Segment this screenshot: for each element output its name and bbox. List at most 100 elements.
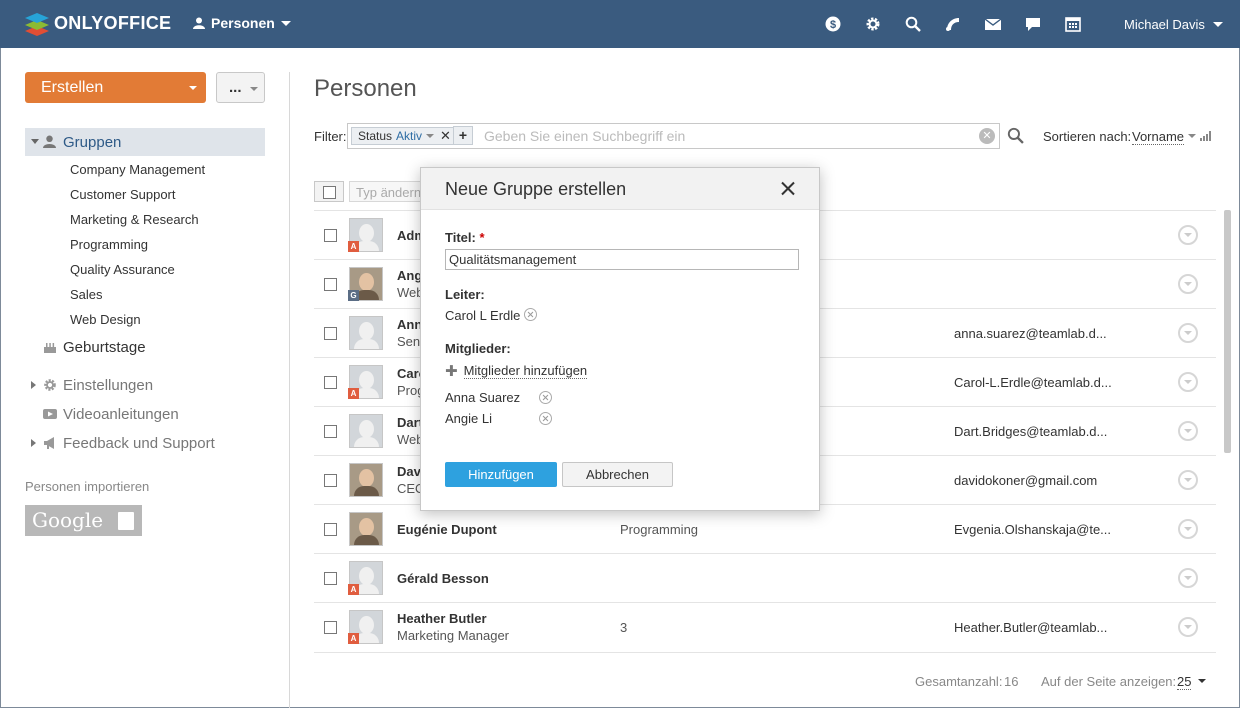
dollar-icon[interactable]: $ [824, 15, 842, 33]
row-actions-icon[interactable] [1178, 274, 1198, 294]
onlyoffice-logo-icon[interactable] [24, 11, 50, 37]
row-checkbox[interactable] [324, 278, 337, 291]
table-row[interactable]: A Gérald Besson [314, 553, 1216, 602]
person-email[interactable]: davidokoner@gmail.com [954, 473, 1097, 488]
sort-field-select[interactable]: Vorname [1132, 129, 1185, 145]
sidebar-group-item[interactable]: Customer Support [70, 187, 176, 202]
row-checkbox[interactable] [324, 621, 337, 634]
chip-value: Aktiv [396, 129, 423, 143]
more-actions-button[interactable]: ... [216, 72, 265, 103]
expand-arrow-icon[interactable] [31, 439, 36, 447]
group-title-input[interactable] [445, 249, 799, 270]
row-actions-icon[interactable] [1178, 470, 1198, 490]
person-email[interactable]: Evgenia.Olshanskaja@te... [954, 522, 1111, 537]
sidebar-item-birthdays[interactable]: Geburtstage [63, 339, 146, 356]
table-row[interactable]: A Heather Butler Marketing Manager 3 Hea… [314, 602, 1216, 651]
sidebar-group-item[interactable]: Company Management [70, 162, 205, 177]
row-checkbox[interactable] [324, 523, 337, 536]
chevron-down-icon[interactable] [1198, 679, 1206, 683]
add-group-button[interactable]: Hinzufügen [445, 462, 557, 487]
logo-text[interactable]: ONLYOFFICE [54, 13, 171, 34]
sidebar-group-item[interactable]: Marketing & Research [70, 212, 199, 227]
row-checkbox[interactable] [324, 327, 337, 340]
row-checkbox[interactable] [324, 229, 337, 242]
remove-member-icon[interactable] [539, 391, 552, 404]
chevron-down-icon[interactable] [1188, 134, 1196, 138]
row-actions-icon[interactable] [1178, 519, 1198, 539]
row-actions-icon[interactable] [1178, 568, 1198, 588]
row-actions-icon[interactable] [1178, 225, 1198, 245]
person-name[interactable]: Ang [397, 268, 422, 283]
add-members-link[interactable]: ✚ Mitglieder hinzufügen [445, 362, 588, 380]
sort-order-icon[interactable] [1200, 131, 1212, 141]
person-department: 3 [620, 620, 628, 635]
remove-leader-icon[interactable] [524, 308, 537, 321]
row-actions-icon[interactable] [1178, 421, 1198, 441]
feed-icon[interactable] [944, 15, 962, 33]
google-label: Google [32, 508, 104, 532]
person-email[interactable]: Heather.Butler@teamlab... [954, 620, 1107, 635]
person-name[interactable]: Gérald Besson [397, 571, 489, 586]
person-name[interactable]: Eugénie Dupont [397, 522, 497, 537]
mail-icon[interactable] [984, 15, 1002, 33]
remove-member-icon[interactable] [539, 412, 552, 425]
person-name[interactable]: Ann [397, 317, 422, 332]
sidebar-item-videos[interactable]: Videoanleitungen [63, 406, 179, 423]
calendar-icon[interactable] [1064, 15, 1082, 33]
select-all-checkbox[interactable] [314, 181, 344, 202]
leader-name[interactable]: Carol L Erdle [445, 308, 520, 323]
gear-icon[interactable] [864, 15, 882, 33]
search-icon[interactable] [904, 15, 922, 33]
google-import-button[interactable]: Google [25, 505, 142, 536]
person-email[interactable]: Dart.Bridges@teamlab.d... [954, 424, 1107, 439]
avatar[interactable] [349, 512, 383, 546]
cancel-button[interactable]: Abbrechen [562, 462, 673, 487]
person-title: Marketing Manager [397, 628, 509, 643]
create-button[interactable]: Erstellen [25, 72, 206, 103]
per-page-select[interactable]: 25 [1177, 674, 1192, 690]
sidebar-group-item[interactable]: Programming [70, 237, 148, 252]
close-icon[interactable] [779, 180, 797, 198]
plus-icon: ✚ [445, 363, 458, 380]
row-actions-icon[interactable] [1178, 617, 1198, 637]
row-checkbox[interactable] [324, 425, 337, 438]
sidebar-item-settings[interactable]: Einstellungen [63, 377, 153, 394]
avatar[interactable] [349, 316, 383, 350]
avatar[interactable] [349, 414, 383, 448]
sidebar-item-feedback[interactable]: Feedback und Support [63, 435, 215, 452]
chat-icon[interactable] [1024, 15, 1042, 33]
user-menu[interactable]: Michael Davis [1124, 17, 1223, 32]
expand-arrow-icon[interactable] [31, 381, 36, 389]
expand-arrow-icon[interactable] [31, 139, 39, 144]
status-filter-chip[interactable]: Status Aktiv ✕ [351, 127, 458, 145]
sidebar-group-item[interactable]: Sales [70, 287, 103, 302]
module-switcher[interactable]: Personen [193, 15, 291, 31]
row-checkbox[interactable] [324, 572, 337, 585]
admin-badge-icon: A [348, 584, 359, 595]
sidebar-item-label: Gruppen [63, 134, 122, 151]
contacts-note-icon [118, 512, 134, 530]
scrollbar[interactable] [1224, 210, 1231, 453]
search-icon[interactable] [1007, 127, 1024, 144]
search-input[interactable] [484, 126, 974, 146]
close-icon[interactable]: ✕ [440, 128, 451, 144]
sidebar-group-item[interactable]: Web Design [70, 312, 141, 327]
change-type-button[interactable]: Typ ändern [349, 181, 424, 202]
gear-icon [44, 379, 56, 391]
row-checkbox[interactable] [324, 474, 337, 487]
sidebar-item-groups[interactable]: Gruppen [25, 128, 265, 156]
person-email[interactable]: Carol-L.Erdle@teamlab.d... [954, 375, 1112, 390]
add-filter-button[interactable]: + [453, 126, 473, 145]
row-actions-icon[interactable] [1178, 372, 1198, 392]
video-icon [43, 409, 57, 419]
clear-search-icon[interactable]: ✕ [979, 128, 995, 144]
chevron-down-icon[interactable] [426, 134, 435, 138]
chevron-down-icon [189, 86, 197, 90]
person-email[interactable]: anna.suarez@teamlab.d... [954, 326, 1107, 341]
table-row[interactable]: Eugénie Dupont Programming Evgenia.Olsha… [314, 504, 1216, 553]
row-actions-icon[interactable] [1178, 323, 1198, 343]
sidebar-group-item[interactable]: Quality Assurance [70, 262, 175, 277]
row-checkbox[interactable] [324, 376, 337, 389]
person-name[interactable]: Heather Butler [397, 611, 487, 626]
avatar[interactable] [349, 463, 383, 497]
